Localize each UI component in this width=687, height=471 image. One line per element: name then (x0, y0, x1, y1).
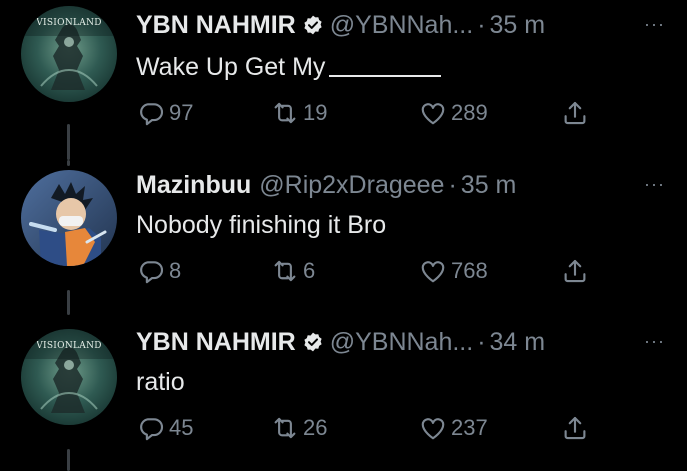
share-button[interactable] (560, 98, 590, 128)
reply-button[interactable]: 45 (136, 413, 193, 443)
tweet-1[interactable]: VISIONLAND YBN NAHMIR @YBNNah... · 35 m … (0, 0, 687, 160)
retweet-icon (270, 256, 300, 286)
separator-dot: · (477, 328, 486, 356)
heart-icon (418, 256, 448, 286)
more-options-icon[interactable]: ··· (644, 14, 665, 35)
user-handle[interactable]: @Rip2xDrageee (259, 170, 444, 200)
reply-button[interactable]: 97 (136, 98, 193, 128)
retweet-count: 6 (303, 258, 316, 283)
reply-icon (136, 256, 166, 286)
reply-icon (136, 413, 166, 443)
thread-line (67, 160, 70, 166)
verified-badge-icon (302, 14, 324, 36)
thread-line (67, 290, 70, 315)
user-handle[interactable]: @YBNNah... (330, 327, 473, 357)
reply-count: 8 (169, 258, 182, 283)
blank-underline (329, 75, 442, 77)
tweet-3[interactable]: VISIONLAND YBN NAHMIR @YBNNah... · 34 m … (0, 315, 687, 471)
timestamp[interactable]: 35 m (490, 10, 546, 40)
visionland-logo: VISIONLAND (36, 18, 102, 28)
reply-icon (136, 98, 166, 128)
verified-badge-icon (302, 331, 324, 353)
like-button[interactable]: 237 (418, 413, 488, 443)
more-options-icon[interactable]: ··· (644, 174, 665, 195)
tweet-header: Mazinbuu @Rip2xDrageee · 35 m (136, 170, 617, 200)
reply-count: 45 (169, 415, 194, 440)
avatar-ybn-nahmir[interactable]: VISIONLAND (21, 329, 117, 425)
like-count: 237 (451, 415, 488, 440)
user-handle[interactable]: @YBNNah... (330, 10, 473, 40)
visionland-logo: VISIONLAND (36, 341, 102, 351)
retweet-count: 26 (303, 415, 328, 440)
retweet-button[interactable]: 6 (270, 256, 315, 286)
heart-icon (418, 413, 448, 443)
display-name[interactable]: YBN NAHMIR (136, 327, 296, 357)
retweet-icon (270, 98, 300, 128)
display-name[interactable]: YBN NAHMIR (136, 10, 296, 40)
thread-line (67, 124, 70, 160)
retweet-icon (270, 413, 300, 443)
separator-dot: · (477, 11, 486, 39)
separator-dot: · (448, 171, 457, 199)
share-button[interactable] (560, 413, 590, 443)
timestamp[interactable]: 35 m (461, 170, 517, 200)
timestamp[interactable]: 34 m (490, 327, 546, 357)
tweet-2[interactable]: Mazinbuu @Rip2xDrageee · 35 m ··· Nobody… (0, 160, 687, 315)
tweet-text: Nobody finishing it Bro (136, 211, 387, 239)
share-icon (560, 413, 590, 443)
tweet-actions: 45 26 237 (136, 413, 647, 443)
share-icon (560, 256, 590, 286)
like-button[interactable]: 289 (418, 98, 488, 128)
avatar-ybn-nahmir[interactable]: VISIONLAND (21, 6, 117, 102)
display-name[interactable]: Mazinbuu (136, 170, 251, 200)
retweet-count: 19 (303, 100, 328, 125)
tweet-actions: 97 19 289 (136, 98, 647, 128)
tweet-text: Wake Up Get My (136, 52, 442, 82)
like-button[interactable]: 768 (418, 256, 488, 286)
reply-count: 97 (169, 100, 194, 125)
share-icon (560, 98, 590, 128)
more-options-icon[interactable]: ··· (644, 331, 665, 352)
thread-line (67, 449, 70, 471)
like-count: 768 (451, 258, 488, 283)
retweet-button[interactable]: 26 (270, 413, 327, 443)
tweet-header: YBN NAHMIR @YBNNah... · 34 m (136, 327, 617, 357)
avatar-mazinbuu[interactable] (21, 170, 117, 266)
like-count: 289 (451, 100, 488, 125)
retweet-button[interactable]: 19 (270, 98, 327, 128)
tweet-actions: 8 6 768 (136, 256, 647, 286)
tweet-text: ratio (136, 368, 185, 396)
heart-icon (418, 98, 448, 128)
tweet-header: YBN NAHMIR @YBNNah... · 35 m (136, 10, 617, 40)
share-button[interactable] (560, 256, 590, 286)
mazinbuu-avatar-image (21, 170, 117, 266)
tweet-text-content: Wake Up Get My (136, 53, 326, 81)
reply-button[interactable]: 8 (136, 256, 181, 286)
